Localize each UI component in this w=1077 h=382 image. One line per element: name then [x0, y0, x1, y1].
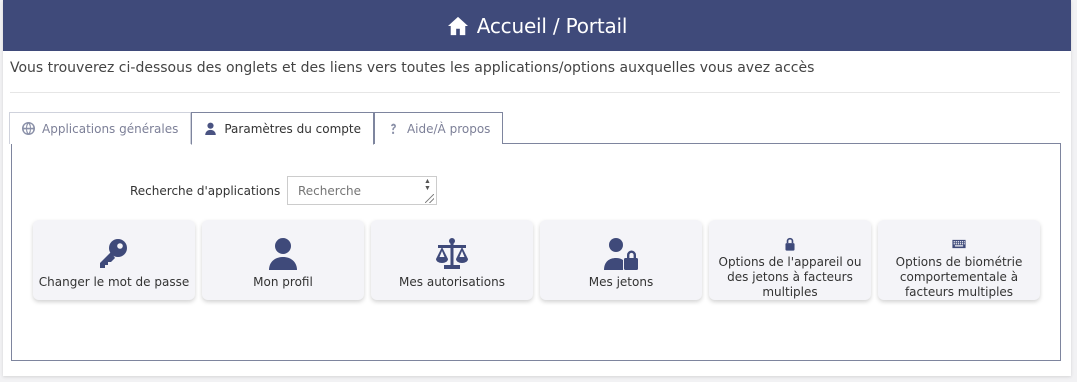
tab-label: Paramètres du compte	[224, 121, 361, 136]
balance-scale-icon	[436, 238, 468, 269]
tile-mfa-device-options[interactable]: Options de l'appareil ou des jetons à fa…	[709, 220, 871, 300]
page-title: Accueil / Portail	[476, 13, 628, 38]
tile-label: Options de biométrie comportementale à f…	[895, 255, 1023, 299]
tile-my-authorizations[interactable]: Mes autorisations	[371, 220, 533, 300]
key-icon	[100, 239, 127, 268]
tab-account-settings[interactable]: Paramètres du compte	[191, 112, 374, 145]
tab-general-applications[interactable]: Applications générales	[9, 112, 192, 144]
user-lock-icon	[604, 238, 638, 270]
tile-my-profile[interactable]: Mon profil	[202, 220, 364, 300]
user-icon	[269, 238, 297, 270]
keyboard-icon	[952, 239, 966, 249]
tile-behavioral-biometrics-options[interactable]: Options de biométrie comportementale à f…	[878, 220, 1040, 300]
user-icon	[205, 122, 217, 135]
resize-grip-icon[interactable]	[425, 194, 434, 203]
tab-bar: Applications générales Paramètres du com…	[9, 112, 1061, 145]
spin-arrows-icon[interactable]: ▲ ▼	[424, 178, 431, 192]
tile-change-password[interactable]: Changer le mot de passe	[33, 220, 195, 300]
globe-icon	[22, 122, 35, 135]
question-icon	[391, 123, 396, 134]
page-header: Accueil / Portail	[3, 0, 1071, 51]
search-label: Recherche d'applications	[130, 184, 281, 198]
tile-label: Changer le mot de passe	[38, 275, 190, 289]
lock-icon	[785, 237, 795, 251]
search-input[interactable]	[287, 176, 437, 205]
tile-my-tokens[interactable]: Mes jetons	[540, 220, 702, 300]
tile-label: Mes jetons	[588, 275, 654, 289]
intro-text: Vous trouverez ci-dessous des onglets et…	[10, 60, 815, 76]
tile-label: Mon profil	[253, 275, 313, 289]
tile-label: Mes autorisations	[399, 275, 505, 289]
home-icon	[447, 16, 468, 35]
tab-label: Aide/À propos	[406, 121, 491, 136]
divider	[10, 92, 1060, 93]
tab-label: Applications générales	[42, 121, 179, 136]
tab-help-about[interactable]: Aide/À propos	[373, 112, 504, 144]
app-tiles: Changer le mot de passe Mon profil Mes a…	[33, 220, 1040, 300]
tile-label: Options de l'appareil ou des jetons à fa…	[718, 255, 862, 299]
